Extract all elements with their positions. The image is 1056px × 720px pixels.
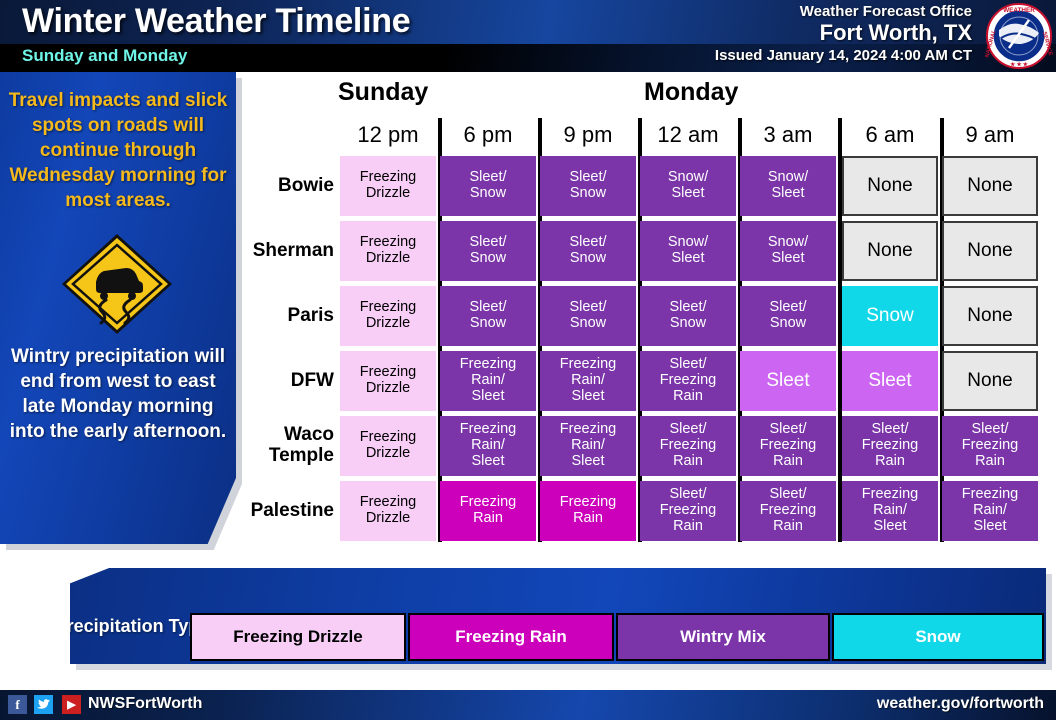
forecast-cell-r5-c0: Freezing Drizzle	[340, 481, 436, 541]
forecast-cell-r5-c5: Freezing Rain/Sleet	[842, 481, 938, 541]
svg-text:★ ★ ★: ★ ★ ★	[1009, 62, 1028, 68]
forecast-cell-r0-c6: None	[942, 156, 1038, 216]
table-bottom-mask	[248, 542, 1056, 544]
forecast-cell-r3-c3: Sleet/Freezing Rain	[640, 351, 736, 411]
location-label-waco-temple: Waco Temple	[268, 424, 334, 467]
forecast-cell-r4-c3: Sleet/Freezing Rain	[640, 416, 736, 476]
time-header-1: 6 pm	[463, 122, 513, 147]
forecast-cell-r4-c5: Sleet/Freezing Rain	[842, 416, 938, 476]
forecast-cell-r5-c3: Sleet/Freezing Rain	[640, 481, 736, 541]
time-header-3: 12 am	[657, 122, 719, 147]
forecast-cell-r2-c3: Sleet/Snow	[640, 286, 736, 346]
time-header-2: 9 pm	[563, 122, 613, 147]
location-label-palestine: Palestine	[250, 500, 334, 521]
forecast-cell-r5-c4: Sleet/Freezing Rain	[740, 481, 836, 541]
forecast-cell-r0-c1: Sleet/Snow	[440, 156, 536, 216]
forecast-cell-r1-c0: Freezing Drizzle	[340, 221, 436, 281]
time-header-6: 9 am	[965, 122, 1015, 147]
sidebar-message-ending: Wintry precipitation will end from west …	[9, 346, 227, 443]
forecast-cell-r3-c1: Freezing Rain/Sleet	[440, 351, 536, 411]
legend-swatch-wintry-mix: Wintry Mix	[616, 613, 830, 661]
day-header-sunday: Sunday	[338, 78, 429, 106]
forecast-office-city: Fort Worth, TX	[819, 20, 972, 45]
forecast-cell-r1-c6: None	[942, 221, 1038, 281]
legend-swatch-freezing-rain: Freezing Rain	[408, 613, 614, 661]
weather-timeline-table: Sunday Monday 12 pm 6 pm 9 pm 12 am 3 am 6 am 9…	[248, 78, 1056, 544]
forecast-cell-r2-c0: Freezing Drizzle	[340, 286, 436, 346]
social-handle: NWSFortWorth	[88, 695, 203, 712]
time-header-0: 12 pm	[357, 122, 419, 147]
forecast-cell-r4-c4: Sleet/Freezing Rain	[740, 416, 836, 476]
forecast-cell-r3-c2: Freezing Rain/Sleet	[540, 351, 636, 411]
page-footer: f ▶ NWSFortWorth weather.gov/fortworth	[0, 690, 1056, 720]
location-label-bowie: Bowie	[278, 175, 334, 196]
issued-timestamp: Issued January 14, 2024 4:00 AM CT	[714, 47, 972, 64]
forecast-cell-r4-c1: Freezing Rain/Sleet	[440, 416, 536, 476]
forecast-cell-r3-c5: Sleet	[842, 351, 938, 411]
forecast-cell-r0-c2: Sleet/Snow	[540, 156, 636, 216]
forecast-cell-r0-c3: Snow/Sleet	[640, 156, 736, 216]
impact-sidebar: Travel impacts and slick spots on roads …	[0, 72, 236, 544]
forecast-cell-r0-c5: None	[842, 156, 938, 216]
forecast-cell-r1-c3: Snow/Sleet	[640, 221, 736, 281]
forecast-cell-r1-c2: Sleet/Snow	[540, 221, 636, 281]
slippery-road-sign-icon	[62, 234, 172, 334]
forecast-cell-r0-c4: Snow/Sleet	[740, 156, 836, 216]
forecast-cell-r5-c2: Freezing Rain	[540, 481, 636, 541]
forecast-cell-r3-c6: None	[942, 351, 1038, 411]
forecast-cell-r2-c1: Sleet/Snow	[440, 286, 536, 346]
forecast-cell-r1-c5: None	[842, 221, 938, 281]
forecast-cell-r2-c2: Sleet/Snow	[540, 286, 636, 346]
forecast-cell-r4-c2: Freezing Rain/Sleet	[540, 416, 636, 476]
forecast-cell-r0-c0: Freezing Drizzle	[340, 156, 436, 216]
page-header: Winter Weather Timeline Sunday and Monda…	[0, 0, 1056, 72]
forecast-cell-r1-c4: Snow/Sleet	[740, 221, 836, 281]
svg-text:WEATHER: WEATHER	[1003, 7, 1035, 14]
forecast-cell-r4-c0: Freezing Drizzle	[340, 416, 436, 476]
forecast-cell-r3-c4: Sleet	[740, 351, 836, 411]
page-subtitle: Sunday and Monday	[22, 46, 188, 65]
location-label-dfw: DFW	[290, 370, 334, 391]
forecast-cell-r3-c0: Freezing Drizzle	[340, 351, 436, 411]
footer-url[interactable]: weather.gov/fortworth	[877, 695, 1044, 713]
forecast-cell-r1-c1: Sleet/Snow	[440, 221, 536, 281]
forecast-cell-r2-c5: Snow	[842, 286, 938, 346]
legend-swatch-snow: Snow	[832, 613, 1044, 661]
location-label-paris: Paris	[287, 305, 334, 326]
facebook-icon[interactable]: f	[8, 695, 27, 714]
time-header-5: 6 am	[865, 122, 915, 147]
forecast-cell-r2-c4: Sleet/Snow	[740, 286, 836, 346]
location-label-sherman: Sherman	[252, 240, 334, 261]
day-header-monday: Monday	[644, 78, 739, 106]
forecast-cell-r4-c6: Sleet/Freezing Rain	[942, 416, 1038, 476]
forecast-cell-r5-c1: Freezing Rain	[440, 481, 536, 541]
youtube-icon[interactable]: ▶	[62, 695, 81, 714]
forecast-cell-r5-c6: Freezing Rain/Sleet	[942, 481, 1038, 541]
nws-seal-logo: WEATHER ★ ★ ★ NATIONAL SERVICE	[985, 3, 1053, 69]
page-title: Winter Weather Timeline	[22, 2, 411, 40]
precipitation-legend: Precipitation Type Freezing Drizzle Freez…	[70, 568, 1046, 664]
legend-swatch-freezing-drizzle: Freezing Drizzle	[190, 613, 406, 661]
forecast-cell-r2-c6: None	[942, 286, 1038, 346]
sidebar-message-travel: Travel impacts and slick spots on roads …	[8, 90, 228, 212]
time-header-4: 3 am	[763, 122, 813, 147]
forecast-office-label: Weather Forecast Office	[799, 3, 972, 20]
twitter-icon[interactable]	[34, 695, 53, 714]
